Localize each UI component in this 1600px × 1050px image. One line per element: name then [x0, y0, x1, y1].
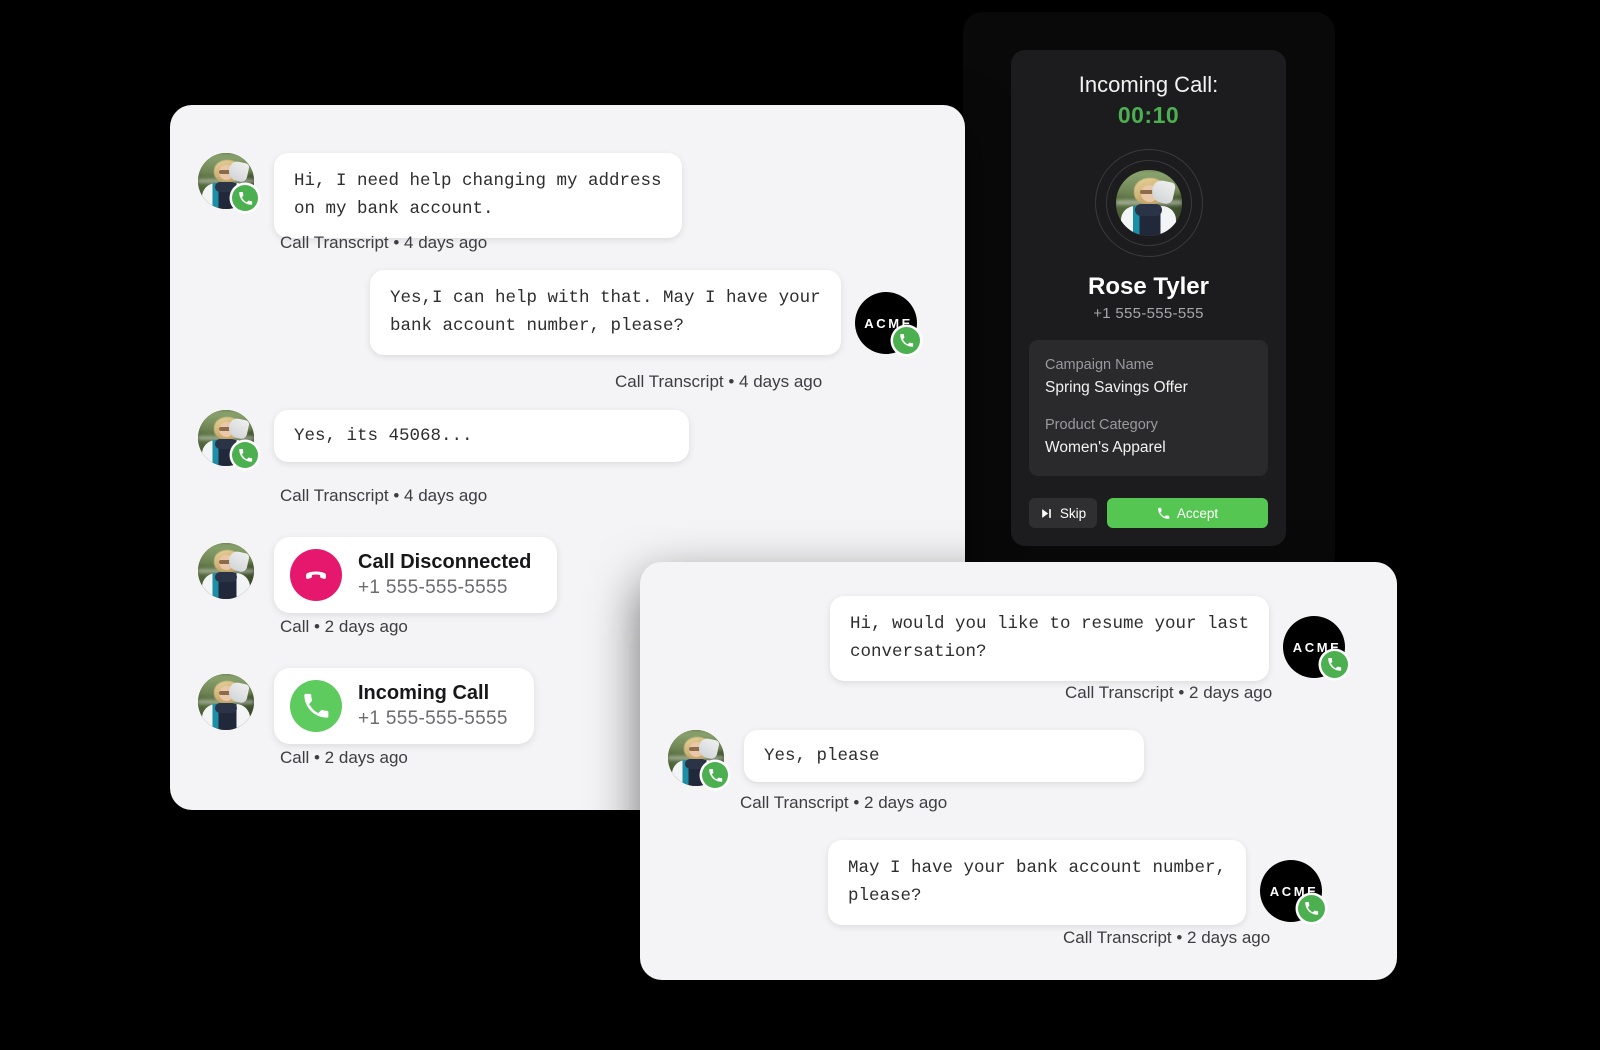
- screenshot-stage: Hi, I need help changing my address on m…: [0, 0, 1600, 1050]
- call-event-phone: +1 555-555-5555: [358, 708, 508, 729]
- call-timer: 00:10: [1117, 102, 1180, 128]
- call-actions: Skip Accept: [1029, 498, 1268, 528]
- phone-badge-icon: [892, 327, 920, 354]
- skip-forward-icon: [1042, 508, 1051, 518]
- caller-avatar: [1115, 170, 1182, 236]
- conversation-panel-right: Hi, would you like to resume your last c…: [640, 562, 1397, 980]
- campaign-name-value: Spring Savings Offer: [1045, 379, 1188, 396]
- avatar: [198, 543, 254, 599]
- phone-down-icon: [290, 549, 342, 601]
- call-event-phone: +1 555-555-5555: [358, 577, 508, 598]
- call-event-meta: Call • 2 days ago: [280, 748, 408, 767]
- call-event-title: Incoming Call: [358, 682, 490, 704]
- call-event-meta: Call • 2 days ago: [280, 617, 408, 636]
- call-event-card[interactable]: Incoming Call +1 555-555-5555: [274, 668, 534, 744]
- call-info-block: Campaign Name Spring Savings Offer Produ…: [1029, 340, 1268, 476]
- product-category-value: Women's Apparel: [1045, 439, 1166, 456]
- accept-button-label: Accept: [1176, 505, 1219, 521]
- message-row-agent-2: Hi, would you like to resume your last c…: [830, 596, 1349, 681]
- message-bubble: Yes, its 45068...: [274, 410, 689, 462]
- phone-icon: [290, 680, 342, 732]
- message-row-customer-3: Yes, please: [668, 730, 1144, 788]
- message-meta: Call Transcript • 2 days ago: [1063, 928, 1271, 947]
- caller-name: Rose Tyler: [1088, 273, 1209, 300]
- message-row-agent-3: May I have your bank account number, ple…: [828, 840, 1326, 925]
- avatar: [198, 153, 258, 211]
- incoming-call-card: Incoming Call: 00:10 Rose Tyler +1 555-5…: [1011, 50, 1286, 546]
- caller-avatar-ring: [1094, 149, 1203, 257]
- skip-button[interactable]: Skip: [1029, 498, 1097, 528]
- message-bubble: May I have your bank account number, ple…: [828, 840, 1247, 925]
- message-meta: Call Transcript • 2 days ago: [1065, 683, 1273, 702]
- incoming-call-title: Incoming Call:: [1078, 72, 1219, 97]
- phone-badge-icon: [232, 185, 258, 211]
- message-bubble: Yes,I can help with that. May I have you…: [370, 270, 841, 355]
- message-meta: Call Transcript • 4 days ago: [280, 486, 488, 505]
- message-meta: Call Transcript • 2 days ago: [740, 793, 948, 812]
- phone-badge-icon: [232, 442, 258, 468]
- message-meta: Call Transcript • 4 days ago: [615, 372, 823, 391]
- avatar: [198, 674, 254, 730]
- phone-icon: [1157, 507, 1170, 519]
- acme-logo: ACME: [1283, 616, 1349, 678]
- phone-badge-icon: [1321, 651, 1349, 678]
- accept-button[interactable]: Accept: [1107, 498, 1268, 528]
- campaign-name-label: Campaign Name: [1045, 357, 1154, 373]
- message-bubble: Yes, please: [744, 730, 1144, 782]
- phone-badge-icon: [702, 762, 728, 788]
- message-row-customer-1: Hi, I need help changing my address on m…: [198, 153, 682, 238]
- acme-logo: ACME: [1260, 860, 1326, 922]
- product-category-label: Product Category: [1045, 417, 1158, 433]
- message-row-agent-1: Yes,I can help with that. May I have you…: [370, 270, 920, 355]
- caller-phone: +1 555-555-555: [1093, 305, 1204, 322]
- message-bubble: Hi, I need help changing my address on m…: [274, 153, 682, 238]
- message-meta: Call Transcript • 4 days ago: [280, 233, 488, 252]
- call-event-title: Call Disconnected: [358, 551, 532, 573]
- acme-logo: ACME: [854, 292, 920, 354]
- message-row-customer-2: Yes, its 45068...: [198, 410, 689, 468]
- avatar: [198, 410, 258, 468]
- call-event-card[interactable]: Call Disconnected +1 555-555-5555: [274, 537, 558, 613]
- phone-badge-icon: [1298, 895, 1326, 922]
- skip-button-label: Skip: [1059, 505, 1087, 521]
- call-event-row-incoming: Incoming Call +1 555-555-5555: [198, 668, 534, 744]
- message-bubble: Hi, would you like to resume your last c…: [830, 596, 1270, 681]
- avatar: [668, 730, 728, 788]
- call-event-row-disconnected: Call Disconnected +1 555-555-5555: [198, 537, 558, 613]
